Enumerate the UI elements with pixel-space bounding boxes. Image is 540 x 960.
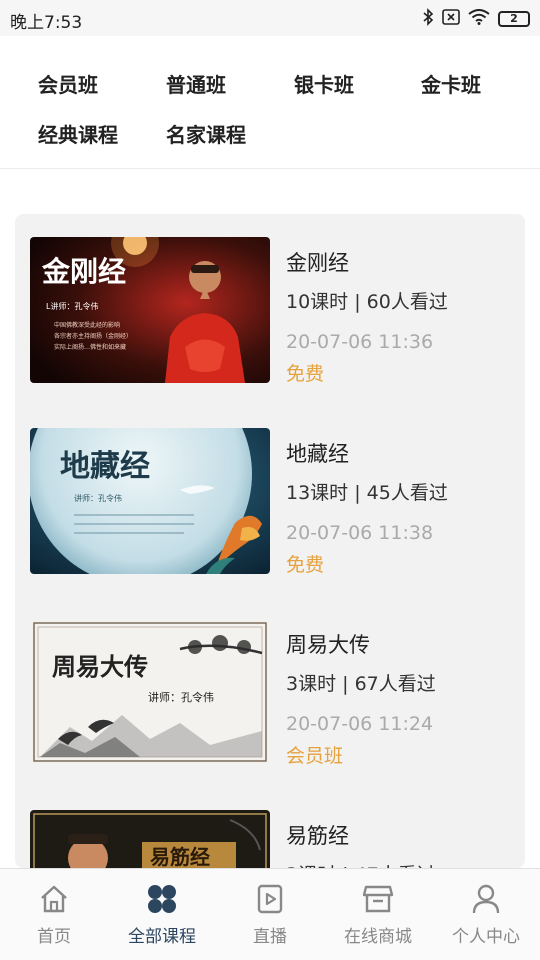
thumb-caption: 中国佛教深受此经的影响	[54, 321, 120, 329]
filter-member-class[interactable]: 会员班	[38, 69, 98, 98]
course-date: 20-07-06 11:24	[286, 713, 434, 735]
tab-label: 首页	[37, 927, 71, 947]
course-price: 会员班	[286, 745, 344, 767]
category-filter: 会员班 普通班 银卡班 金卡班 经典课程 名家课程	[0, 36, 540, 169]
status-bar: 晚上7:53 2	[0, 0, 540, 36]
shop-icon	[362, 883, 394, 915]
course-thumbnail[interactable]: 金刚经 L讲师：孔令伟 中国佛教深受此经的影响 各宗者亦主持阐扬（金刚经） 实际…	[30, 237, 270, 383]
bluetooth-icon	[422, 8, 434, 30]
tab-label: 全部课程	[128, 927, 196, 947]
course-title[interactable]: 周易大传	[286, 629, 370, 659]
thumb-caption: 各宗者亦主持阐扬（金刚经）	[54, 332, 132, 340]
status-time: 晚上7:53	[10, 13, 83, 33]
sim-off-icon	[442, 9, 460, 29]
course-title[interactable]: 地藏经	[286, 438, 349, 468]
course-item[interactable]: 金刚经 L讲师：孔令伟 中国佛教深受此经的影响 各宗者亦主持阐扬（金刚经） 实际…	[15, 237, 525, 407]
thumb-lecturer: 讲师：孔令伟	[74, 493, 122, 503]
thumb-lecturer: L讲师：孔令伟	[46, 301, 98, 311]
bottom-tab-bar: 首页 全部课程 直播 在线商城 个人中心	[0, 868, 540, 960]
status-icons: 2	[422, 8, 530, 30]
thumb-caption: 实际上阐扬…佛性和如来藏	[54, 343, 126, 351]
course-stats: 13课时 | 45人看过	[286, 482, 448, 504]
thumb-title: 易筋经	[150, 845, 210, 868]
tab-label: 个人中心	[452, 927, 520, 947]
course-stats: 10课时 | 60人看过	[286, 291, 448, 313]
thumb-title: 周易大传	[52, 652, 148, 681]
tab-online-shop[interactable]: 在线商城	[324, 869, 432, 960]
tab-label: 直播	[253, 927, 287, 947]
course-title[interactable]: 易筋经	[286, 820, 349, 850]
course-thumbnail[interactable]: 周易大传 讲师：孔令伟	[30, 619, 270, 765]
filter-silver-class[interactable]: 银卡班	[294, 69, 354, 98]
course-price: 免费	[286, 554, 325, 576]
thumb-lecturer: 讲师：孔令伟	[148, 690, 214, 704]
course-date: 20-07-06 11:36	[286, 331, 434, 353]
wifi-icon	[468, 9, 490, 29]
course-thumbnail[interactable]: 地藏经 讲师：孔令伟	[30, 428, 270, 574]
course-title[interactable]: 金刚经	[286, 247, 349, 277]
filter-master-courses[interactable]: 名家课程	[166, 119, 246, 148]
tab-live[interactable]: 直播	[216, 869, 324, 960]
tab-all-courses[interactable]: 全部课程	[108, 869, 216, 960]
profile-icon	[470, 883, 502, 915]
course-price: 免费	[286, 363, 325, 385]
thumb-title: 金刚经	[41, 255, 126, 288]
tab-label: 在线商城	[344, 927, 412, 947]
course-list: 金刚经 L讲师：孔令伟 中国佛教深受此经的影响 各宗者亦主持阐扬（金刚经） 实际…	[15, 214, 525, 868]
course-thumbnail[interactable]: 易筋经	[30, 810, 270, 868]
tab-home[interactable]: 首页	[0, 869, 108, 960]
filter-classic-courses[interactable]: 经典课程	[38, 119, 118, 148]
course-date: 20-07-06 11:38	[286, 522, 434, 544]
course-item[interactable]: 周易大传 讲师：孔令伟 周易大传 3课时 | 67人看过 20-07-06 11…	[15, 619, 525, 789]
course-stats: 3课时 | 67人看过	[286, 673, 436, 695]
course-item[interactable]: 地藏经 讲师：孔令伟 地藏经 13课时 | 45人看过 20-07-06 11:…	[15, 428, 525, 598]
courses-icon	[146, 883, 178, 915]
filter-regular-class[interactable]: 普通班	[166, 69, 226, 98]
live-icon	[254, 883, 286, 915]
course-item[interactable]: 易筋经 易筋经 3课时 | 47人看过	[15, 810, 525, 868]
home-icon	[38, 883, 70, 915]
course-stats: 3课时 | 47人看过	[286, 860, 436, 868]
battery-icon: 2	[498, 11, 530, 27]
filter-gold-class[interactable]: 金卡班	[421, 69, 481, 98]
thumb-title: 地藏经	[60, 449, 150, 484]
tab-profile[interactable]: 个人中心	[432, 869, 540, 960]
